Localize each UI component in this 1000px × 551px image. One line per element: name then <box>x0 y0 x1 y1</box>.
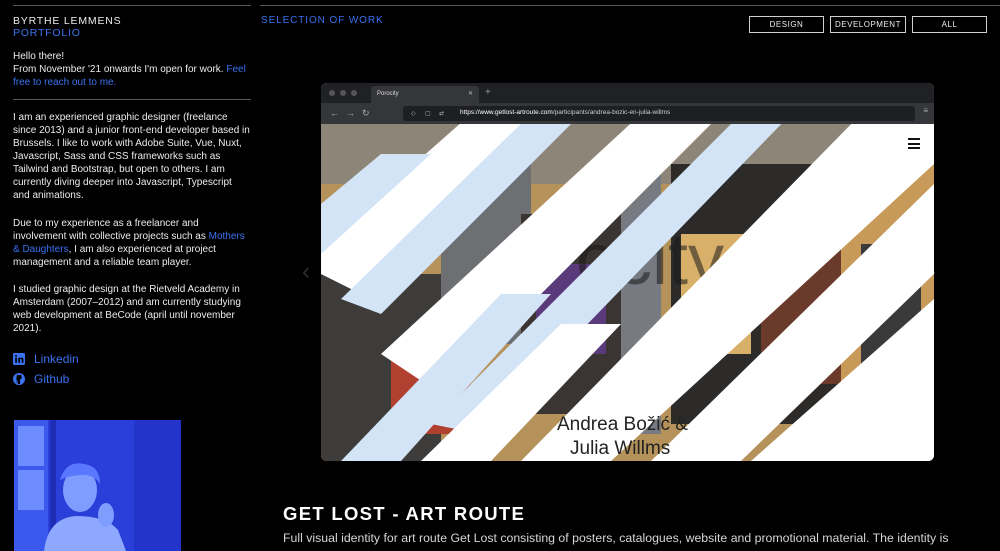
slide-caption: Julia Willms <box>570 438 671 459</box>
experience-paragraph: Due to my experience as a freelancer and… <box>13 217 251 269</box>
shield-icon: ◇ <box>411 111 416 117</box>
chevron-left-icon[interactable]: ‹ <box>302 260 310 284</box>
github-link[interactable]: Github <box>13 372 69 386</box>
linkedin-icon <box>13 353 25 365</box>
github-label: Github <box>34 372 70 386</box>
reload-icon: ↻ <box>362 108 370 118</box>
github-icon <box>13 373 25 385</box>
portfolio-label[interactable]: PORTFOLIO <box>13 27 81 39</box>
project-description: Full visual identity for art route Get L… <box>283 531 949 545</box>
intro-greeting: Hello there! <box>13 51 65 62</box>
menu-icon <box>908 138 920 152</box>
intro-text: Hello there! From November '21 onwards I… <box>13 50 249 89</box>
extensions-icon: ≡ <box>923 106 928 115</box>
browser-tab-bar: Porocity ✕ + <box>321 83 934 103</box>
bio-paragraph: I am an experienced graphic designer (fr… <box>13 112 250 201</box>
window-dot-icon <box>329 90 335 96</box>
project-title: GET LOST - ART ROUTE <box>283 503 526 524</box>
back-icon: ← <box>330 108 339 118</box>
owner-name[interactable]: BYRTHE LEMMENS <box>13 15 121 27</box>
experience-text: Due to my experience as a freelancer and… <box>13 218 209 242</box>
filter-all-button[interactable]: ALL <box>912 16 987 33</box>
url-text: https://www.getlost-artroute.com/partici… <box>460 109 671 116</box>
artroute-slide-image: ocity <box>321 124 934 461</box>
divider <box>13 99 251 100</box>
linkedin-link[interactable]: Linkedin <box>13 352 79 366</box>
close-icon: ✕ <box>467 91 473 97</box>
website-preview: ocity Andrea Božić & Julia Willms <box>321 124 934 461</box>
slide-caption: Andrea Božić & <box>557 414 688 435</box>
portrait-photo <box>14 420 181 551</box>
permissions-icon: ⇄ <box>439 111 445 117</box>
project-screenshot[interactable]: Porocity ✕ + ← → ↻ ◇ ▢ ⇄ https://www.get… <box>321 83 934 461</box>
filter-development-button[interactable]: DEVELOPMENT <box>830 16 906 33</box>
section-title: SELECTION OF WORK <box>261 15 384 26</box>
address-bar: ◇ ▢ ⇄ https://www.getlost-artroute.com/p… <box>403 106 915 121</box>
window-dot-icon <box>351 90 357 96</box>
sidebar: BYRTHE LEMMENS PORTFOLIO Hello there! Fr… <box>0 0 251 551</box>
divider <box>260 5 1000 6</box>
browser-tab: Porocity ✕ <box>371 86 479 103</box>
browser-toolbar: ← → ↻ ◇ ▢ ⇄ https://www.getlost-artroute… <box>321 103 934 124</box>
filter-design-button[interactable]: DESIGN <box>749 16 824 33</box>
education-paragraph: I studied graphic design at the Rietveld… <box>13 284 241 334</box>
window-dot-icon <box>340 90 346 96</box>
divider <box>13 5 251 6</box>
forward-icon: → <box>346 108 355 118</box>
linkedin-label: Linkedin <box>34 352 79 366</box>
intro-availability: From November '21 onwards I'm open for w… <box>13 64 227 75</box>
plus-icon: + <box>485 87 491 98</box>
browser-tab-title: Porocity <box>377 91 399 97</box>
lock-icon: ▢ <box>425 111 431 117</box>
